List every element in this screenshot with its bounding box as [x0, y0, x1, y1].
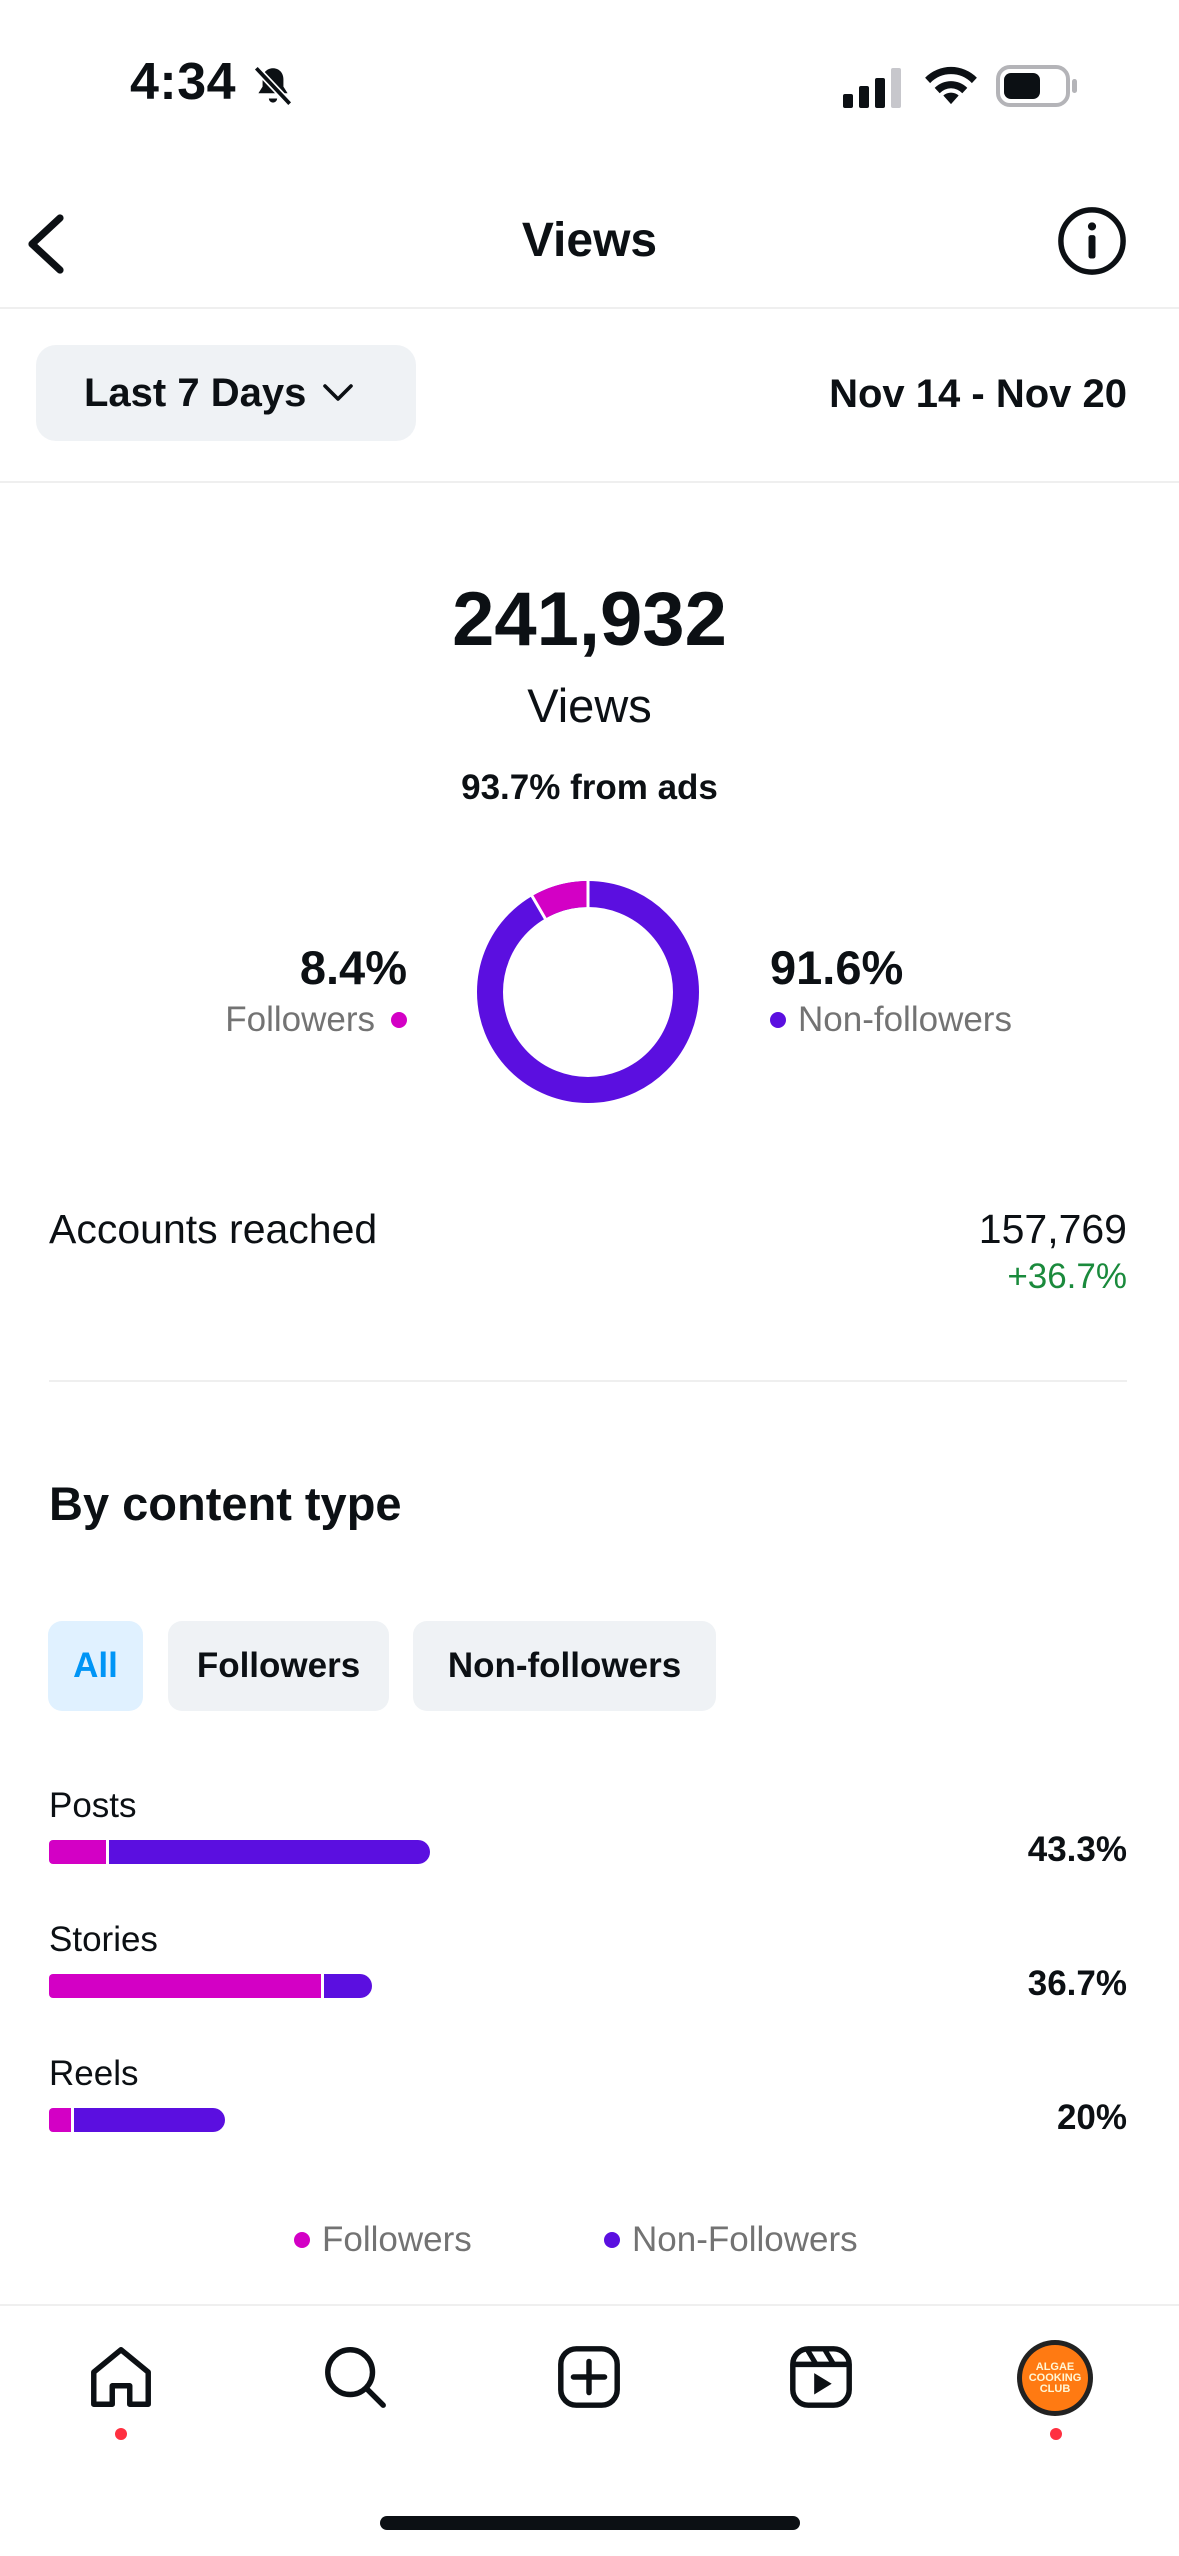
nonfollowers-percentage: 91.6%	[770, 941, 904, 994]
accounts-reached-value: 157,769	[978, 1206, 1127, 1252]
content-row-label-stories: Stories	[49, 1920, 158, 1959]
accounts-reached-change: +36.7%	[1007, 1257, 1127, 1296]
content-row-pct-stories: 36.7%	[1027, 1964, 1127, 2003]
total-views-label: Views	[527, 679, 652, 732]
cellular-signal-icon	[843, 68, 901, 108]
date-range-text: Nov 14 - Nov 20	[829, 372, 1127, 416]
legend-followers-label: Followers	[322, 2220, 472, 2259]
home-indicator	[380, 2516, 800, 2530]
filter-chip-followers[interactable]: Followers	[168, 1621, 389, 1711]
nonfollowers-dot	[770, 1012, 786, 1028]
profile-avatar[interactable]: ALGAE COOKING CLUB	[1017, 2340, 1093, 2416]
create-icon[interactable]	[554, 2342, 624, 2412]
content-row-pct-posts: 43.3%	[1027, 1830, 1127, 1869]
status-time: 4:34	[130, 53, 237, 111]
filter-chip-nonfollowers[interactable]: Non-followers	[413, 1621, 716, 1711]
reels-icon[interactable]	[786, 2342, 856, 2412]
bell-slash-icon	[253, 65, 293, 107]
content-row-label-reels: Reels	[49, 2054, 139, 2093]
profile-avatar-text: ALGAE COOKING CLUB	[1028, 2360, 1082, 2395]
stories-nonfollowers-segment	[324, 1974, 372, 1998]
info-circle-icon[interactable]	[1057, 206, 1127, 276]
header-divider	[0, 307, 1179, 309]
content-bar-stories	[49, 1974, 372, 1998]
filter-chip-all[interactable]: All	[48, 1621, 143, 1711]
ads-percentage-note: 93.7% from ads	[461, 768, 718, 807]
legend-followers-dot	[294, 2232, 310, 2248]
posts-followers-segment	[49, 1840, 106, 1864]
home-notification-dot	[115, 2428, 127, 2440]
followers-percentage: 8.4%	[299, 941, 407, 994]
reels-nonfollowers-segment	[74, 2108, 225, 2132]
donut-nonfollowers-ring	[477, 881, 699, 1103]
stories-followers-segment	[49, 1974, 321, 1998]
content-row-pct-reels: 20%	[1056, 2098, 1127, 2137]
page-title: Views	[521, 214, 658, 267]
posts-nonfollowers-segment	[109, 1840, 430, 1864]
nonfollowers-label: Non-followers	[798, 1000, 1012, 1039]
wifi-icon	[925, 66, 977, 105]
nonfollowers-legend: Non-followers	[770, 1000, 1012, 1040]
date-range-selector-label: Last 7 Days	[84, 370, 307, 415]
date-range-selector[interactable]: Last 7 Days	[36, 345, 416, 441]
range-divider	[0, 481, 1179, 483]
home-icon[interactable]	[86, 2342, 156, 2412]
profile-avatar-logo: ALGAE COOKING CLUB	[1022, 2345, 1088, 2411]
followers-dot	[391, 1012, 407, 1028]
profile-notification-dot	[1050, 2428, 1062, 2440]
section-divider	[49, 1380, 1127, 1382]
legend-nonfollowers-label: Non-Followers	[632, 2220, 858, 2259]
section-title: By content type	[49, 1477, 402, 1530]
chevron-down-icon	[323, 384, 354, 401]
followers-label: Followers	[225, 1000, 375, 1039]
legend-followers: Followers	[294, 2220, 472, 2260]
legend-nonfollowers-dot	[604, 2232, 620, 2248]
followers-legend: Followers	[225, 1000, 407, 1040]
content-bar-reels	[49, 2108, 225, 2132]
content-bar-posts	[49, 1840, 430, 1864]
battery-icon	[996, 65, 1077, 107]
views-donut-chart	[477, 880, 699, 1103]
bottom-nav-divider	[0, 2304, 1179, 2306]
total-views-number: 241,932	[452, 577, 727, 662]
search-icon[interactable]	[320, 2342, 390, 2412]
content-row-label-posts: Posts	[49, 1786, 137, 1825]
reels-followers-segment	[49, 2108, 71, 2132]
legend-nonfollowers: Non-Followers	[604, 2220, 858, 2260]
accounts-reached-label: Accounts reached	[49, 1206, 378, 1252]
